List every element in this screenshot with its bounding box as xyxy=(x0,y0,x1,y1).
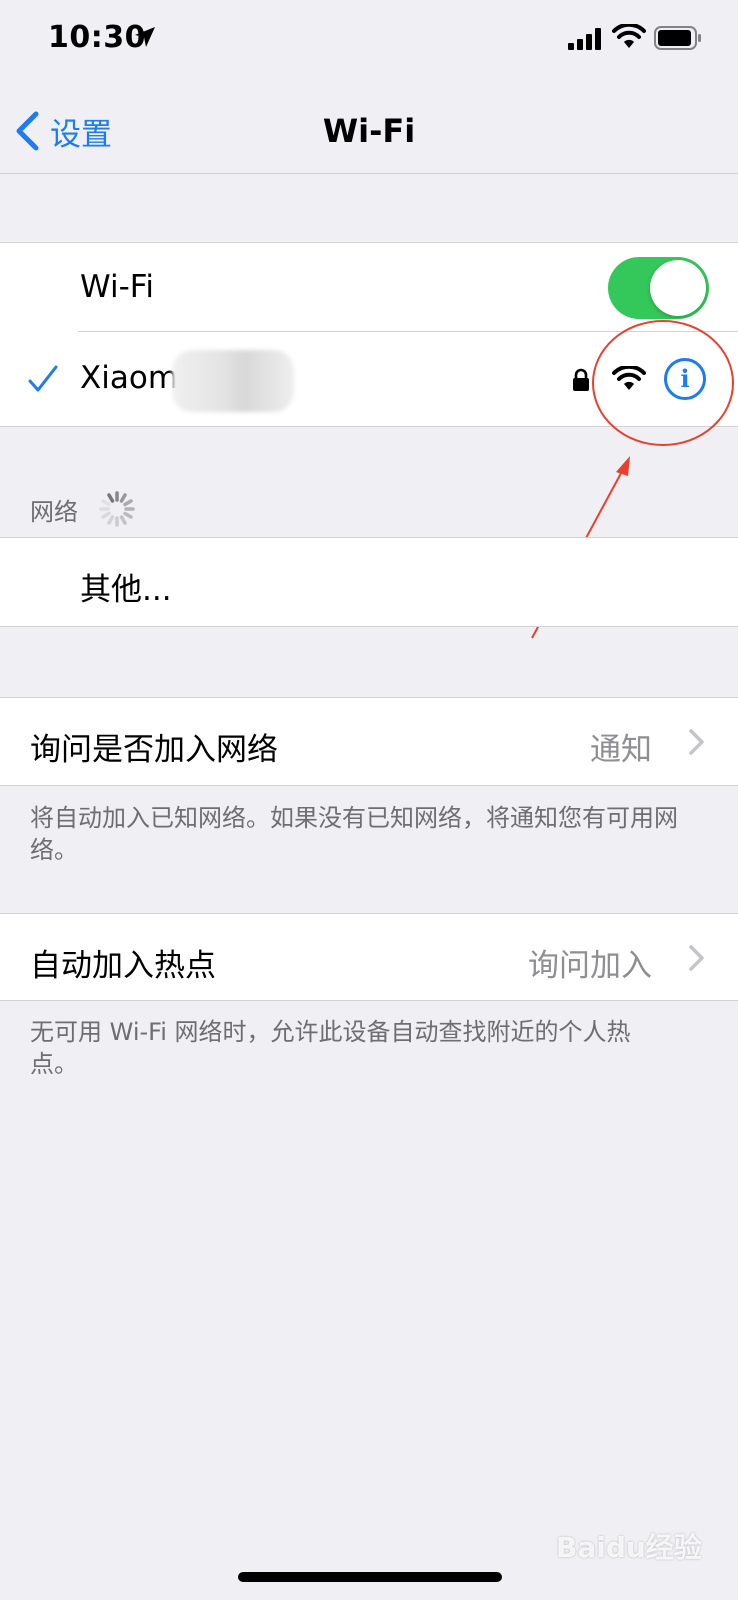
wifi-status-icon xyxy=(612,24,646,48)
network-name: Xiaom xyxy=(80,360,179,396)
wifi-label: Wi-Fi xyxy=(80,269,154,305)
networks-section-header: 网络 xyxy=(30,498,78,526)
watermark: Baidu经验 xyxy=(556,1531,702,1564)
chevron-left-icon xyxy=(16,111,39,151)
other-network-section: 其他... xyxy=(0,537,738,627)
chevron-right-icon xyxy=(689,945,704,971)
auto-join-hotspot-row[interactable]: 自动加入热点 询问加入 xyxy=(0,913,738,1001)
status-bar: 10:30 xyxy=(0,0,738,80)
ask-to-join-value: 通知 xyxy=(590,732,652,768)
back-button[interactable]: 设置 xyxy=(14,108,112,154)
auto-join-hotspot-footer: 无可用 Wi-Fi 网络时，允许此设备自动查找附近的个人热点。 xyxy=(30,1018,631,1078)
auto-join-hotspot-value: 询问加入 xyxy=(528,948,652,984)
loading-spinner-icon xyxy=(99,491,135,527)
ask-to-join-row[interactable]: 询问是否加入网络 通知 xyxy=(0,697,738,786)
lock-icon xyxy=(573,368,589,391)
redacted-blur xyxy=(172,350,294,412)
chevron-right-icon xyxy=(689,729,704,755)
other-network-item[interactable]: 其他... xyxy=(80,564,172,609)
battery-icon xyxy=(654,26,701,50)
annotation-circle xyxy=(592,320,734,446)
cellular-signal-icon xyxy=(568,28,601,50)
home-indicator[interactable] xyxy=(238,1572,502,1582)
wifi-toggle[interactable] xyxy=(608,257,709,319)
auto-join-hotspot-label: 自动加入热点 xyxy=(30,948,216,984)
navigation-bar: Wi-Fi 设置 xyxy=(0,80,738,174)
toggle-knob xyxy=(650,260,706,316)
status-time: 10:30 xyxy=(48,20,146,55)
checkmark-icon xyxy=(28,365,58,392)
ask-to-join-footer: 将自动加入已知网络。如果没有已知网络，将通知您有可用网络。 xyxy=(30,804,678,864)
ask-to-join-label: 询问是否加入网络 xyxy=(30,732,278,768)
back-label: 设置 xyxy=(50,116,112,153)
location-arrow-icon xyxy=(135,27,155,47)
